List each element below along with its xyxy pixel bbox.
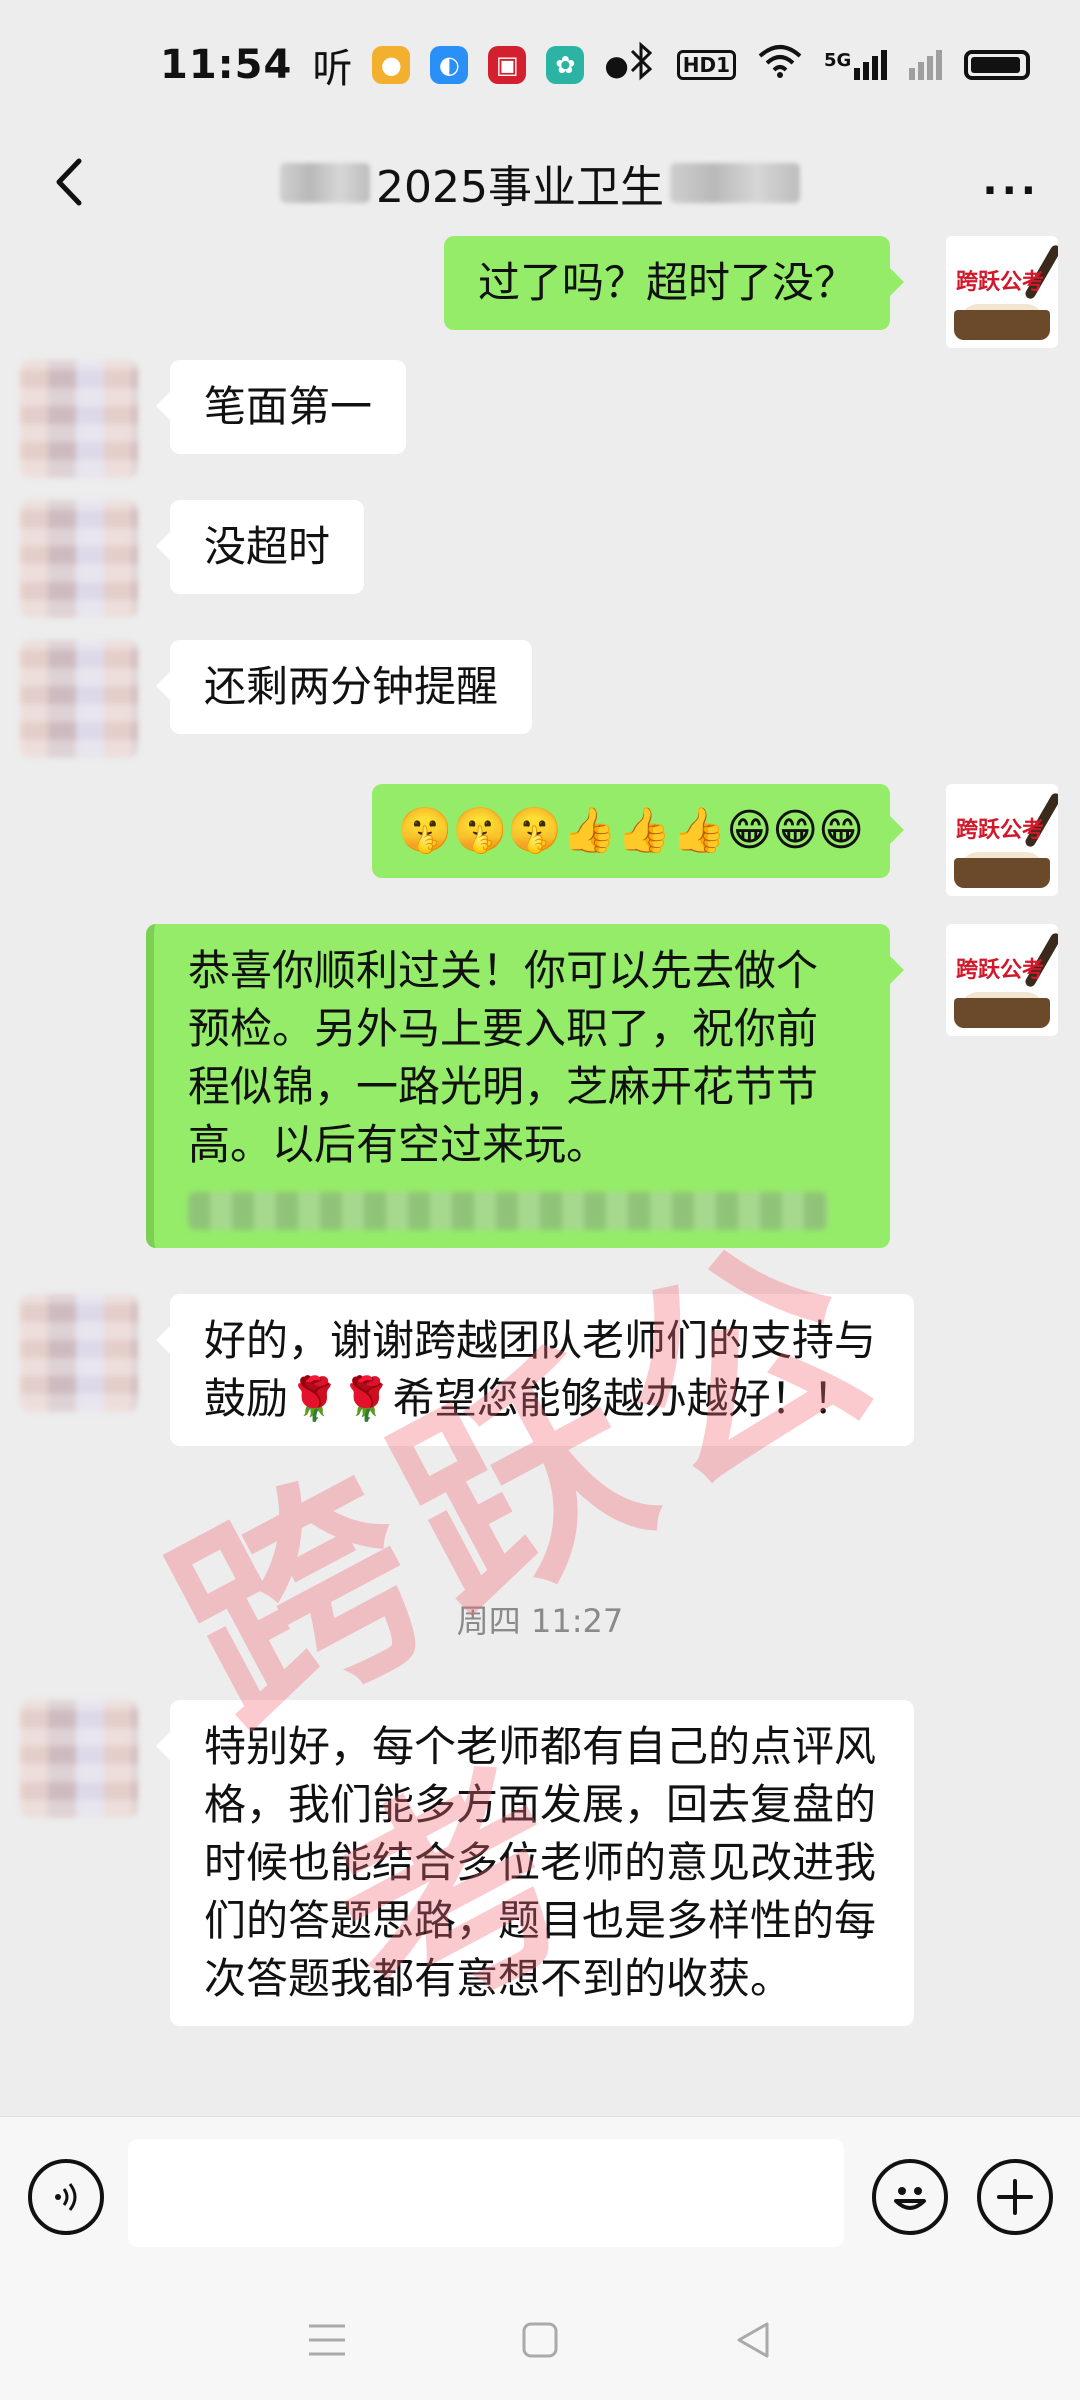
smiley-icon: [894, 2187, 926, 2210]
message-bubble-sent[interactable]: 🤫🤫🤫👍👍👍😁😁😁: [371, 784, 905, 878]
message-row: 🤫🤫🤫👍👍👍😁😁😁 跨跃公考: [0, 784, 1080, 904]
chevron-left-icon: [56, 158, 82, 206]
message-bubble-sent[interactable]: 恭喜你顺利过关！你可以先去做个预检。另外马上要入职了，祝你前程似锦，一路光明，芝…: [146, 924, 904, 1248]
input-bar: [0, 2116, 1080, 2280]
bank-icon: ▣: [488, 46, 527, 84]
contact-avatar[interactable]: [20, 640, 138, 758]
title-redacted-left: [280, 163, 370, 203]
timestamp-divider: 周四 11:27: [456, 1602, 624, 1640]
bluetooth-icon: [629, 41, 655, 89]
message-bubble-received[interactable]: 特别好，每个老师都有自己的点评风格，我们能多方面发展，回去复盘的时候也能结合多位…: [156, 1700, 914, 2026]
signal-icon: 5G: [824, 50, 888, 80]
redacted-line: [188, 1192, 828, 1230]
message-row: 没超时: [0, 500, 1080, 620]
contact-avatar[interactable]: [20, 1700, 138, 1818]
message-bubble-received[interactable]: 没超时: [155, 500, 365, 594]
message-bubble-received[interactable]: 好的，谢谢跨越团队老师们的支持与鼓励🌹🌹希望您能够越办越好！！: [156, 1294, 914, 1446]
dot-icon: ●: [604, 48, 629, 82]
home-nav-button[interactable]: [510, 2310, 570, 2370]
message-row: 恭喜你顺利过关！你可以先去做个预检。另外马上要入职了，祝你前程似锦，一路光明，芝…: [0, 924, 1080, 1264]
menu-nav-button[interactable]: [297, 2310, 357, 2370]
avatar-brand: 跨跃公考: [956, 818, 1045, 843]
message-text: 笔面第一: [204, 382, 373, 431]
book-icon: [954, 310, 1050, 340]
book-icon: [954, 998, 1050, 1028]
emoji-button[interactable]: [872, 2159, 948, 2235]
system-nav-bar: [0, 2280, 1080, 2400]
contact-avatar[interactable]: [20, 360, 138, 478]
message-text: 没超时: [204, 522, 331, 571]
my-avatar[interactable]: 跨跃公考: [946, 784, 1058, 896]
contact-avatar[interactable]: [20, 500, 138, 618]
message-text: 还剩两分钟提醒: [204, 662, 499, 711]
title-redacted-right: [669, 163, 800, 203]
message-text: 好的，谢谢跨越团队老师们的支持与鼓励🌹🌹希望您能够越办越好！！: [204, 1316, 877, 1423]
status-left: 11:54 听 ● ◐ ▣ ✿ ●: [160, 36, 629, 94]
message-text: 🤫🤫🤫👍👍👍😁😁😁: [397, 805, 864, 856]
message-text: 特别好，每个老师都有自己的点评风格，我们能多方面发展，回去复盘的时候也能结合多位…: [204, 1722, 877, 2003]
message-bubble-sent[interactable]: 过了吗？超时了没？: [443, 236, 905, 330]
browser-icon: ◐: [430, 46, 469, 84]
chat-title: 2025事业卫生: [280, 151, 800, 215]
message-row: 笔面第一: [0, 360, 1080, 480]
more-options-button[interactable]: ···: [982, 168, 1040, 214]
chat-screen: 11:54 听 ● ◐ ▣ ✿ ● HD1 5G 2025事业卫生 ··· 过了…: [0, 0, 1080, 2400]
voice-input-button[interactable]: [28, 2159, 104, 2235]
message-input[interactable]: [128, 2139, 844, 2247]
back-button[interactable]: [38, 152, 98, 212]
weibo-icon: ●: [372, 46, 411, 84]
listen-icon: 听: [312, 46, 353, 92]
chat-title-text: 2025事业卫生: [376, 162, 664, 213]
triangle-back-icon: [737, 2322, 769, 2358]
book-icon: [954, 858, 1050, 888]
message-row: 过了吗？超时了没？ 跨跃公考: [0, 236, 1080, 348]
wifi-icon: [758, 44, 802, 86]
network-label: 5G: [824, 50, 852, 71]
my-avatar[interactable]: 跨跃公考: [946, 236, 1058, 348]
mobile-app-icon: ✿: [546, 46, 585, 84]
message-bubble-received[interactable]: 笔面第一: [155, 360, 407, 454]
plus-icon: [997, 2179, 1033, 2215]
message-list[interactable]: 过了吗？超时了没？ 跨跃公考 笔面第一 没超时 还剩两分钟提醒 🤫🤫🤫👍👍👍😁😁…: [0, 236, 1080, 2116]
signal-icon-2: [909, 50, 943, 80]
status-bar: 11:54 听 ● ◐ ▣ ✿ ● HD1 5G: [0, 0, 1080, 130]
avatar-brand: 跨跃公考: [956, 270, 1045, 295]
status-right: HD1 5G: [629, 41, 1031, 89]
my-avatar[interactable]: 跨跃公考: [946, 924, 1058, 1036]
message-row: 特别好，每个老师都有自己的点评风格，我们能多方面发展，回去复盘的时候也能结合多位…: [0, 1700, 1080, 2116]
voice-icon: [55, 2183, 77, 2211]
message-bubble-received[interactable]: 还剩两分钟提醒: [155, 640, 533, 734]
back-nav-button[interactable]: [723, 2310, 783, 2370]
contact-avatar[interactable]: [20, 1294, 138, 1412]
message-row: 还剩两分钟提醒: [0, 640, 1080, 760]
menu-icon: [308, 2324, 345, 2356]
message-row: 好的，谢谢跨越团队老师们的支持与鼓励🌹🌹希望您能够越办越好！！: [0, 1294, 1080, 1524]
chat-header: 2025事业卫生 ···: [0, 130, 1080, 236]
square-icon: [522, 2322, 558, 2358]
hd-icon: HD1: [676, 50, 737, 80]
avatar-brand: 跨跃公考: [956, 958, 1045, 983]
message-text: 过了吗？超时了没？: [477, 258, 856, 307]
message-text: 恭喜你顺利过关！你可以先去做个预检。另外马上要入职了，祝你前程似锦，一路光明，芝…: [188, 946, 819, 1169]
battery-icon: [964, 50, 1031, 80]
status-time: 11:54: [160, 42, 293, 88]
more-actions-button[interactable]: [977, 2159, 1053, 2235]
